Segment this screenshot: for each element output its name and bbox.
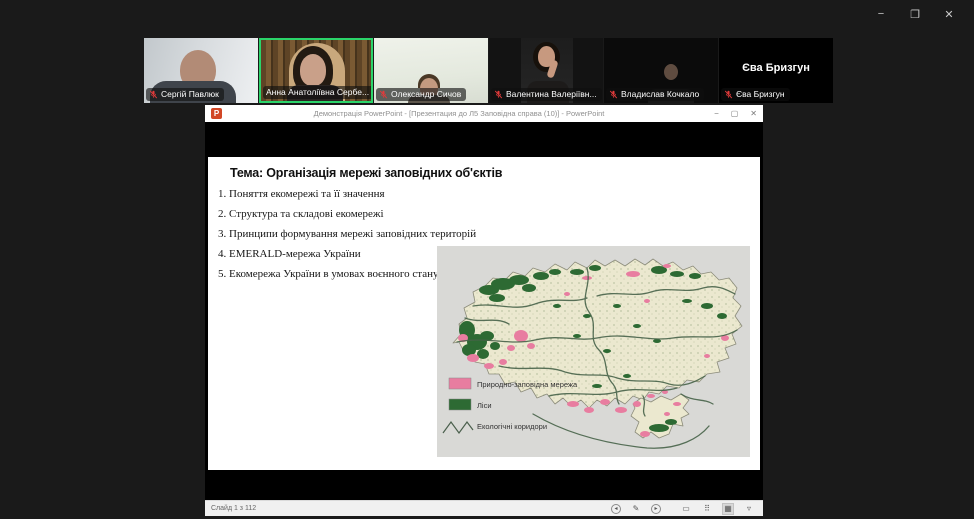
participant-name-label: Валентина Валеріївн... [491, 88, 602, 101]
muted-mic-icon [379, 90, 388, 99]
legend-label: Ліси [477, 401, 492, 410]
participant-name: Владислав Кочкало [621, 89, 699, 100]
participant-name-label: Сергій Павлюк [146, 88, 224, 101]
ukraine-econetwork-map: Природно-заповідна мережа Ліси Екологічн… [437, 246, 750, 457]
participant-name: Валентина Валеріївн... [506, 89, 597, 100]
legend-swatch-protected [449, 378, 471, 389]
participant-tile-serhii-pavliuk[interactable]: Сергій Павлюк [144, 38, 258, 103]
powerpoint-window-controls: − ▢ ✕ [714, 105, 757, 122]
participant-name-label: Єва Бризгун [721, 88, 790, 101]
meeting-app-window: − ❐ ✕ Сергій Павлюк [0, 0, 974, 519]
powerpoint-status-bar: Слайд 1 з 112 ◂ ✎ ▸ ▭ ⠿ ▦ ▿ [205, 500, 763, 516]
close-button[interactable]: ✕ [932, 4, 966, 24]
list-item: 1. Поняття екомережі та її значення [218, 188, 476, 200]
current-view-button[interactable]: ▦ [722, 503, 734, 515]
frame-view-button[interactable]: ▭ [680, 503, 692, 515]
powerpoint-app-icon: P [211, 108, 222, 119]
minimize-button[interactable]: − [714, 109, 719, 118]
list-item: 3. Принципи формування мережі заповідних… [218, 228, 476, 240]
muted-mic-icon [149, 90, 158, 99]
muted-mic-icon [494, 90, 503, 99]
presentation-slide: Тема: Організація мережі заповідних об'є… [208, 157, 760, 470]
legend-label: Екологічні коридори [477, 422, 547, 431]
more-options-chevron[interactable]: ▿ [743, 503, 755, 515]
participant-tile-vladyslav-kochkalo[interactable]: Владислав Кочкало [604, 38, 718, 103]
restore-button[interactable]: ❐ [898, 4, 932, 24]
participant-tile-yeva-bryzhun[interactable]: Єва Бризгун Єва Бризгун [719, 38, 833, 103]
legend-label: Природно-заповідна мережа [477, 380, 578, 389]
participant-name-label: Анна Анатоліївна Сербе... [263, 86, 373, 99]
slide-counter: Слайд 1 з 112 [211, 505, 256, 512]
participant-tile-oleksandr-sychov[interactable]: Олександр Сичов [374, 38, 488, 103]
participant-strip: Сергій Павлюк Анна Анатоліївна Сербе... [144, 38, 833, 103]
list-item: 2. Структура та складові екомережі [218, 208, 476, 220]
powerpoint-window-title: Демонстрація PowerPoint - [Презентация д… [245, 105, 673, 122]
participant-tile-valentyna-valeriivna[interactable]: Валентина Валеріївн... [489, 38, 603, 103]
powerpoint-title-bar: P Демонстрація PowerPoint - [Презентация… [205, 105, 763, 122]
app-window-controls: − ❐ ✕ [864, 4, 966, 24]
slideshow-toolbar: ◂ ✎ ▸ ▭ ⠿ ▦ ▿ [611, 503, 755, 515]
legend-swatch-forest [449, 399, 471, 410]
pen-tool-button[interactable]: ✎ [630, 503, 642, 515]
powerpoint-shared-window: P Демонстрація PowerPoint - [Презентация… [205, 105, 763, 516]
participant-name: Олександр Сичов [391, 89, 461, 100]
close-button[interactable]: ✕ [750, 109, 757, 118]
participant-name: Єва Бризгун [736, 89, 785, 100]
participant-tile-anna-serbe-active-speaker[interactable]: Анна Анатоліївна Сербе... [259, 38, 373, 103]
previous-slide-button[interactable]: ◂ [611, 504, 621, 514]
slide-title: Тема: Організація мережі заповідних об'є… [230, 166, 502, 180]
participant-name: Анна Анатоліївна Сербе... [266, 87, 369, 98]
restore-button[interactable]: ▢ [731, 109, 739, 118]
participant-name: Сергій Павлюк [161, 89, 219, 100]
muted-mic-icon [609, 90, 618, 99]
participant-name-label: Олександр Сичов [376, 88, 466, 101]
participant-name-label: Владислав Кочкало [606, 88, 704, 101]
minimize-button[interactable]: − [864, 4, 898, 24]
muted-mic-icon [724, 90, 733, 99]
participant-display-name: Єва Бризгун [719, 62, 833, 74]
next-slide-button[interactable]: ▸ [651, 504, 661, 514]
see-all-slides-button[interactable]: ⠿ [701, 503, 713, 515]
